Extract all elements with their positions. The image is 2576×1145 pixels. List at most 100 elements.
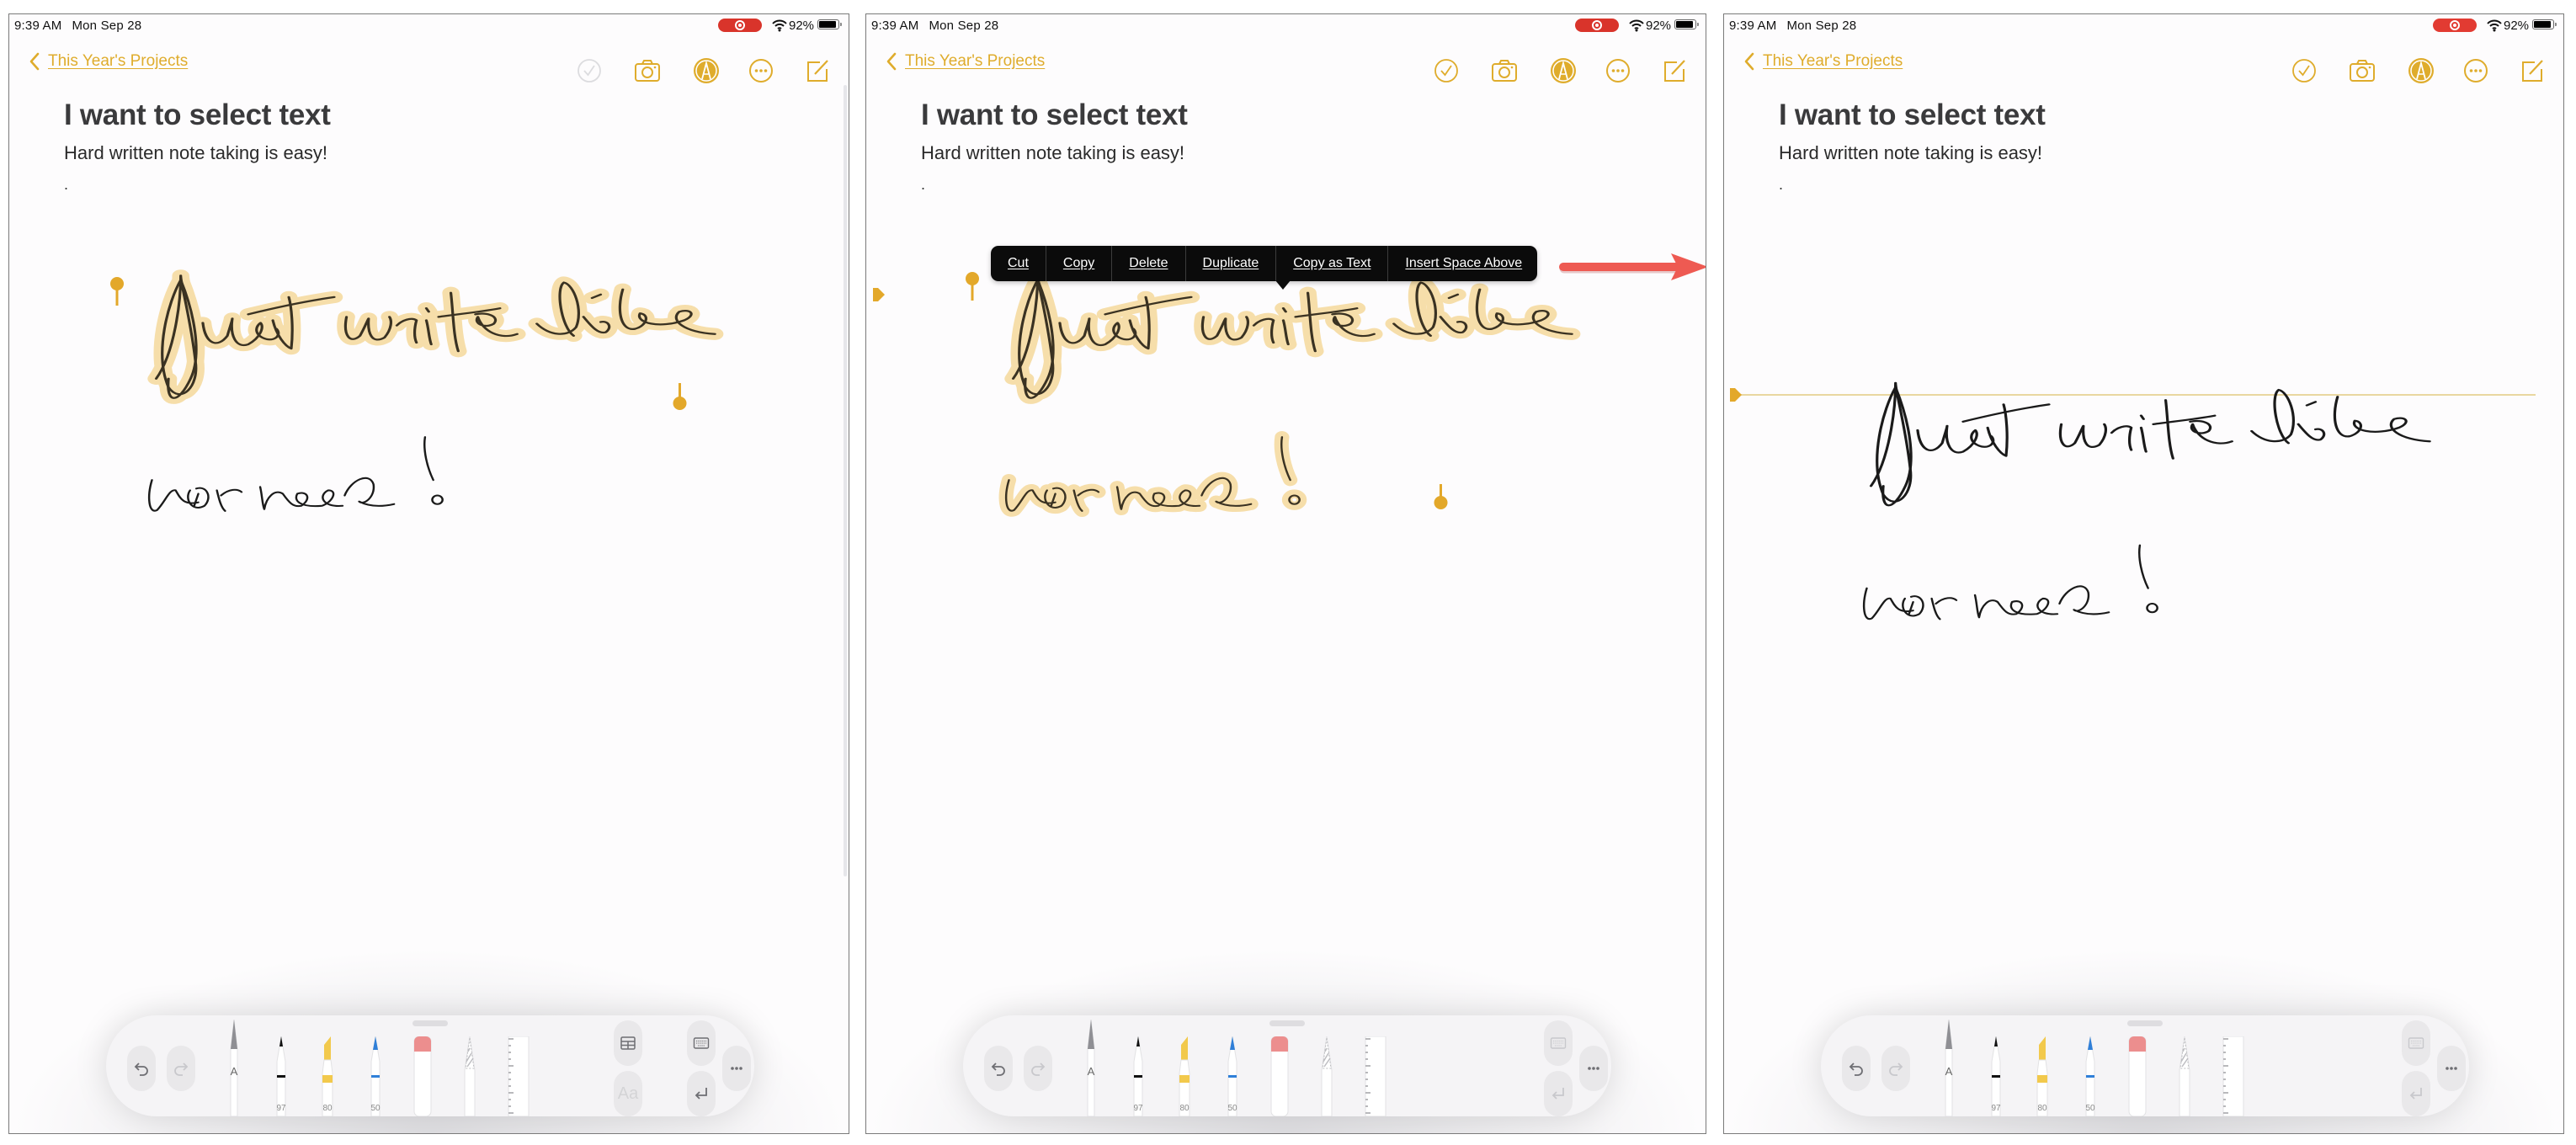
keyboard-button[interactable] (1544, 1020, 1573, 1066)
compose-icon[interactable] (803, 56, 832, 85)
pen-tool[interactable]: 97 (1986, 1036, 2006, 1116)
more-tools-button[interactable] (722, 1046, 751, 1091)
vertical-scrollbar[interactable] (844, 85, 847, 876)
pencil-tool[interactable]: 50 (2080, 1036, 2100, 1116)
selection-handle-start[interactable] (110, 277, 124, 306)
more-ellipsis-icon[interactable] (747, 56, 775, 85)
more-tools-button[interactable] (2437, 1046, 2466, 1091)
toolbar-grabber[interactable] (2127, 1020, 2163, 1026)
back-button[interactable]: This Year's Projects (885, 51, 1045, 72)
menu-item-copy[interactable]: Copy (1046, 246, 1113, 281)
pencil-tool[interactable]: 50 (365, 1036, 386, 1116)
inserted-space-line (1736, 394, 2536, 396)
checklist-icon[interactable] (1432, 56, 1461, 85)
toolbar-grabber[interactable] (412, 1020, 448, 1026)
chevron-left-icon (29, 52, 40, 71)
screen-recording-icon[interactable] (1575, 19, 1619, 32)
menu-item-insert-space-above[interactable]: Insert Space Above (1388, 246, 1537, 281)
screen-recording-icon[interactable] (2433, 19, 2477, 32)
pen-width-label: 97 (276, 1104, 286, 1113)
back-button[interactable]: This Year's Projects (28, 51, 188, 72)
camera-icon[interactable] (1490, 56, 1519, 85)
redo-button[interactable] (167, 1046, 195, 1091)
return-button[interactable] (2402, 1071, 2430, 1116)
return-button[interactable] (1544, 1071, 1573, 1116)
undo-button[interactable] (1842, 1046, 1871, 1091)
redo-icon (1031, 1062, 1046, 1076)
screen-recording-icon[interactable] (718, 19, 762, 32)
note-title[interactable]: I want to select text (921, 99, 1188, 132)
handwriting-line1[interactable] (1011, 274, 1573, 400)
marker-tool[interactable]: 80 (2032, 1036, 2052, 1116)
back-label: This Year's Projects (48, 52, 189, 70)
marker-tool[interactable]: 80 (317, 1036, 338, 1116)
handwriting-tool[interactable]: A (1081, 1020, 1101, 1116)
camera-icon[interactable] (633, 56, 662, 85)
note-body-text[interactable]: Hard written note taking is easy! (1779, 142, 2042, 164)
eraser-tool[interactable] (1269, 1036, 1290, 1116)
markup-pen-icon[interactable] (2407, 56, 2435, 85)
status-time: 9:39 AM (14, 19, 62, 33)
checklist-icon[interactable] (2290, 56, 2318, 85)
handwriting-tool[interactable]: A (224, 1020, 244, 1116)
more-tools-button[interactable] (1579, 1046, 1608, 1091)
menu-item-copy-as-text[interactable]: Copy as Text (1276, 246, 1389, 281)
markup-pen-icon[interactable] (692, 56, 721, 85)
menu-item-duplicate[interactable]: Duplicate (1186, 246, 1277, 281)
handwriting-line2[interactable] (1004, 435, 1301, 513)
compose-icon[interactable] (2518, 56, 2547, 85)
checklist-icon[interactable] (575, 56, 604, 85)
menu-item-cut[interactable]: Cut (991, 246, 1046, 281)
status-time: 9:39 AM (1729, 19, 1777, 33)
marker-tool[interactable]: 80 (1174, 1036, 1195, 1116)
selection-handle-end[interactable] (1434, 484, 1448, 509)
eraser-tool[interactable] (2127, 1036, 2148, 1116)
pencil-tool[interactable]: 50 (1222, 1036, 1243, 1116)
selection-handle-end[interactable] (673, 383, 687, 410)
handwriting-line1[interactable] (154, 274, 716, 400)
note-title[interactable]: I want to select text (64, 99, 331, 132)
handwriting-line1[interactable] (1869, 381, 2431, 507)
more-ellipsis-icon[interactable] (2462, 56, 2490, 85)
table-button[interactable] (614, 1020, 642, 1066)
handwriting-line2[interactable] (1862, 544, 2158, 620)
selection-glow-line2 (1006, 437, 1300, 511)
pencil-width-label: 50 (370, 1104, 381, 1113)
back-button[interactable]: This Year's Projects (1743, 51, 1903, 72)
note-body-text[interactable]: Hard written note taking is easy! (921, 142, 1184, 164)
insert-space-marker[interactable] (873, 288, 885, 301)
redo-button[interactable] (1881, 1046, 1910, 1091)
pen-tool[interactable]: 97 (1128, 1036, 1148, 1116)
note-body-text[interactable]: Hard written note taking is easy! (64, 142, 327, 164)
redo-button[interactable] (1024, 1046, 1052, 1091)
return-button[interactable] (687, 1071, 716, 1116)
lasso-tool[interactable] (2174, 1036, 2195, 1116)
ruler-tool[interactable] (1362, 1036, 1387, 1116)
selection-handle-start[interactable] (966, 272, 979, 301)
more-ellipsis-icon[interactable] (1604, 56, 1632, 85)
pen-tool[interactable]: 97 (271, 1036, 291, 1116)
ruler-tool[interactable] (2220, 1036, 2245, 1116)
toolbar-grabber[interactable] (1269, 1020, 1305, 1026)
compose-icon[interactable] (1660, 56, 1689, 85)
camera-icon[interactable] (2348, 56, 2376, 85)
svg-text:A: A (1945, 1065, 1953, 1078)
undo-button[interactable] (127, 1046, 156, 1091)
more-ellipsis-icon (731, 1067, 742, 1070)
handwriting-line2[interactable] (147, 435, 444, 513)
ruler-tool[interactable] (505, 1036, 530, 1116)
format-text-button[interactable]: Aa (614, 1071, 642, 1116)
markup-pen-icon[interactable] (1549, 56, 1578, 85)
lasso-tool[interactable] (1317, 1036, 1337, 1116)
keyboard-icon (2408, 1037, 2424, 1049)
keyboard-button[interactable] (687, 1020, 716, 1066)
note-title[interactable]: I want to select text (1779, 99, 2046, 132)
marker-width-label: 80 (322, 1104, 333, 1113)
keyboard-button[interactable] (2402, 1020, 2430, 1066)
handwriting-tool[interactable]: A (1939, 1020, 1959, 1116)
lasso-tool[interactable] (460, 1036, 480, 1116)
chevron-left-icon (886, 52, 897, 71)
eraser-tool[interactable] (412, 1036, 433, 1116)
menu-item-delete[interactable]: Delete (1112, 246, 1186, 281)
undo-button[interactable] (984, 1046, 1013, 1091)
